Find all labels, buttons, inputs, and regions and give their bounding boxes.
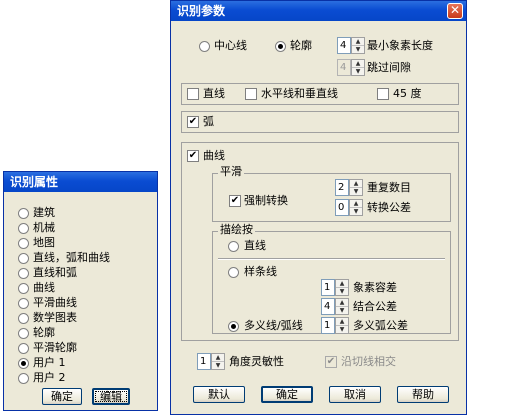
recognition-type-radio[interactable] — [18, 373, 29, 384]
recognition-type-label: 机械 — [33, 221, 55, 234]
hv-line-checkbox[interactable] — [245, 88, 257, 100]
recognition-type-label: 曲线 — [33, 281, 55, 294]
spinner-arrows-icon[interactable]: ▲ ▼ — [211, 353, 225, 370]
spinner-arrows-icon[interactable]: ▲ ▼ — [335, 279, 349, 296]
spinner-arrows-icon[interactable]: ▲ ▼ — [335, 317, 349, 334]
ok-button[interactable]: 确定 — [42, 388, 82, 405]
pixel-tolerance-label: 象素容差 — [353, 281, 397, 294]
trace-group-label: 描绘按 — [218, 223, 255, 237]
recognition-type-label: 直线和弧 — [33, 266, 77, 279]
tangent-label: 沿切线相交 — [341, 355, 396, 368]
recognition-type-radio[interactable] — [18, 223, 29, 234]
arc-label: 弧 — [203, 115, 214, 128]
recognition-type-radio[interactable] — [18, 343, 29, 354]
force-convert-checkbox[interactable]: ✔ — [229, 195, 241, 207]
skip-gap-label: 跳过间隙 — [367, 61, 411, 74]
repeat-count-label: 重复数目 — [367, 181, 411, 194]
edit-button[interactable]: 编辑 — [92, 388, 130, 405]
recognition-type-label: 建筑 — [33, 206, 55, 219]
min-pixel-length-label: 最小象素长度 — [367, 39, 433, 52]
spline-label: 样条线 — [244, 265, 277, 278]
recognition-properties-dialog: 识别属性 建筑机械地图直线，弧和曲线 直线和弧曲线平滑曲线数学图表轮廓平滑轮廓用户… — [3, 171, 158, 411]
tangent-checkbox: ✔ — [325, 356, 337, 368]
curve-label: 曲线 — [203, 149, 225, 162]
deg45-checkbox[interactable] — [377, 88, 389, 100]
recognition-type-radio[interactable] — [18, 283, 29, 294]
polyarc-tolerance-label: 多义弧公差 — [353, 319, 408, 332]
outline-label: 轮廓 — [290, 39, 312, 52]
line-checkbox[interactable] — [187, 88, 199, 100]
spinner-arrows-icon[interactable]: ▲ ▼ — [349, 199, 363, 216]
cancel-button[interactable]: 取消 — [329, 386, 381, 403]
dialog-title: 识别参数 — [171, 1, 466, 21]
recognition-type-label: 用户 2 — [33, 371, 66, 384]
recognition-type-label: 轮廓 — [33, 326, 55, 339]
trace-line-radio[interactable] — [228, 241, 239, 252]
arc-options-group — [181, 111, 459, 133]
spinner-arrows-icon[interactable]: ▲ ▼ — [351, 37, 365, 54]
spinner-arrows-icon[interactable]: ▲ ▼ — [335, 298, 349, 315]
force-convert-label: 强制转换 — [244, 194, 288, 207]
polyline-arc-label: 多义线/弧线 — [244, 319, 303, 332]
recognition-type-label: 直线，弧和曲线 — [33, 251, 110, 264]
hv-line-label: 水平线和垂直线 — [261, 87, 338, 100]
deg45-label: 45 度 — [393, 87, 422, 100]
trace-line-label: 直线 — [244, 239, 266, 252]
recognition-type-radio[interactable] — [18, 268, 29, 279]
default-button[interactable]: 默认 — [193, 386, 245, 403]
recognition-type-label: 平滑轮廓 — [33, 341, 77, 354]
spline-radio[interactable] — [228, 267, 239, 278]
smooth-group-label: 平滑 — [218, 165, 244, 179]
convert-tolerance-label: 转换公差 — [367, 201, 411, 214]
recognition-type-radio[interactable] — [18, 328, 29, 339]
arc-checkbox[interactable]: ✔ — [187, 116, 199, 128]
close-icon[interactable]: ✕ — [447, 3, 463, 19]
line-label: 直线 — [203, 87, 225, 100]
recognition-type-label: 用户 1 — [33, 356, 66, 369]
centerline-radio[interactable] — [199, 41, 210, 52]
recognition-type-radio[interactable] — [18, 208, 29, 219]
recognition-type-radio[interactable] — [18, 238, 29, 249]
spinner-arrows-icon[interactable]: ▲ ▼ — [349, 179, 363, 196]
recognition-type-label: 地图 — [33, 236, 55, 249]
ok-button[interactable]: 确定 — [261, 386, 313, 403]
trace-divider — [218, 258, 445, 260]
recognition-type-radio[interactable] — [18, 253, 29, 264]
spinner-arrows-icon: ▲ ▼ — [351, 59, 365, 76]
recognition-parameters-dialog: 识别参数 ✕ 中心线 轮廓 4 ▲ ▼ 最小象素长度 4 ▲ ▼ 跳过间隙 直线 水… — [170, 0, 467, 415]
fit-tolerance-label: 结合公差 — [353, 300, 397, 313]
recognition-type-label: 数学图表 — [33, 311, 77, 324]
angle-sensitivity-label: 角度灵敏性 — [229, 355, 284, 368]
recognition-type-radio[interactable] — [18, 298, 29, 309]
help-button[interactable]: 帮助 — [397, 386, 449, 403]
curve-checkbox[interactable]: ✔ — [187, 150, 199, 162]
recognition-type-radio[interactable] — [18, 313, 29, 324]
polyline-arc-radio[interactable] — [228, 321, 239, 332]
dialog-title: 识别属性 — [4, 172, 157, 192]
recognition-type-radio[interactable] — [18, 358, 29, 369]
outline-radio[interactable] — [275, 41, 286, 52]
recognition-type-label: 平滑曲线 — [33, 296, 77, 309]
centerline-label: 中心线 — [214, 39, 247, 52]
